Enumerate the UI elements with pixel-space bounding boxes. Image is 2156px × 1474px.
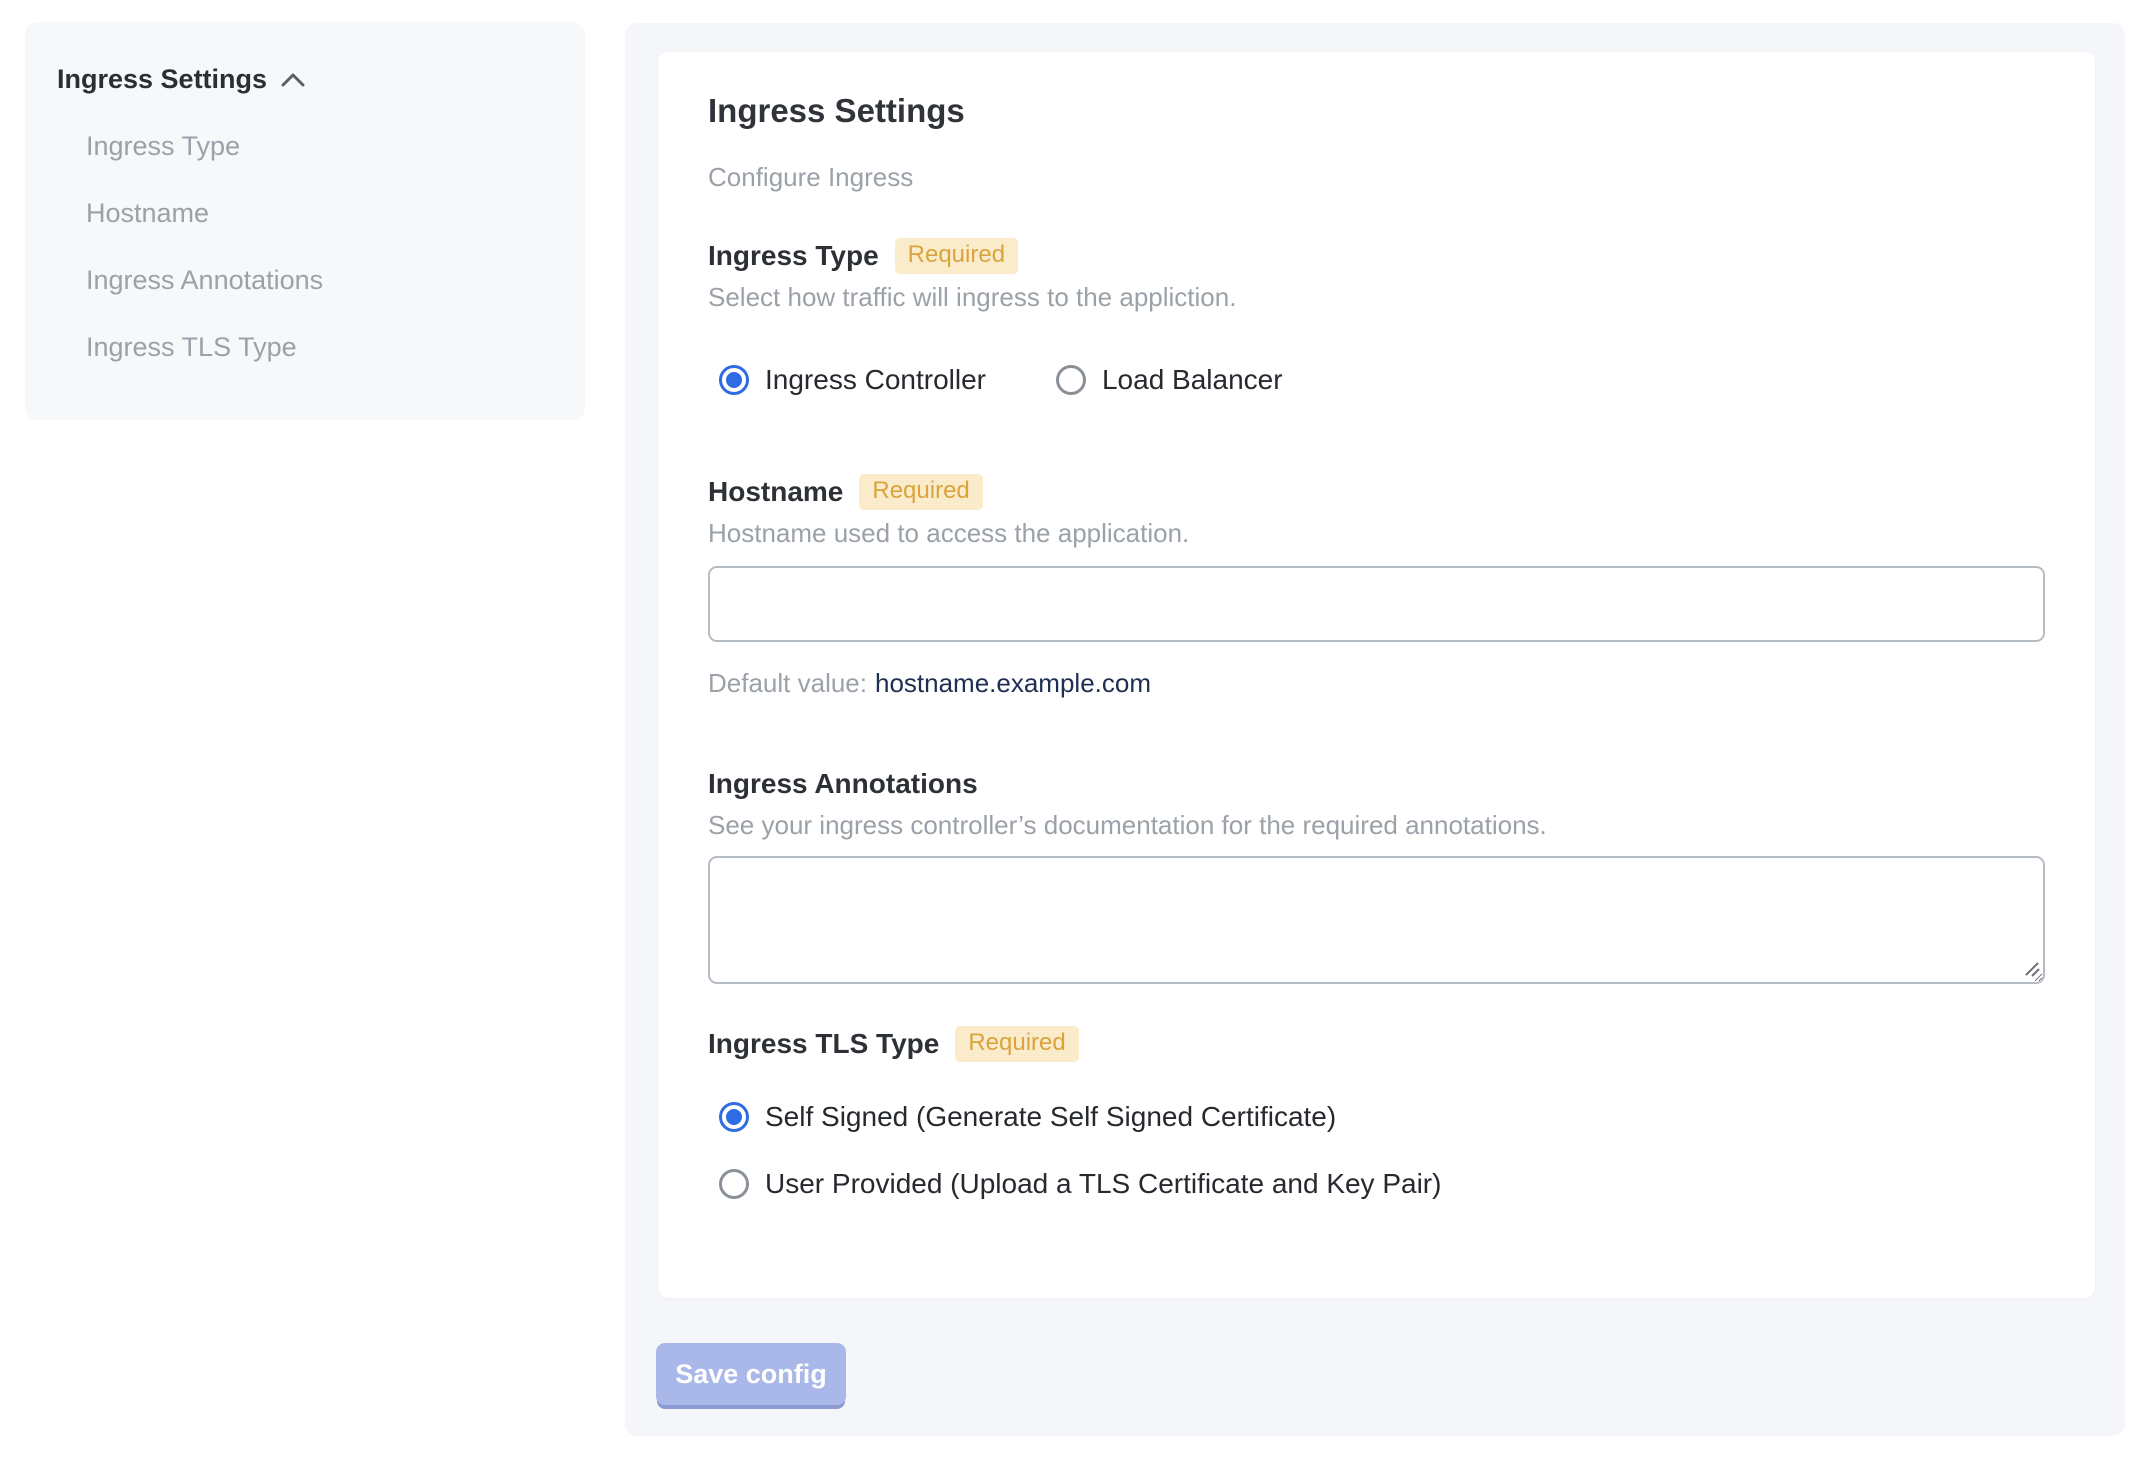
config-groups-sidebar: Ingress Settings Ingress Type Hostname I… [25, 22, 585, 420]
required-badge: Required [894, 238, 1019, 274]
section-ingress-tls-type: Ingress TLS Type Required Self Signed (G… [708, 1026, 2050, 1202]
radio-option-ingress-controller[interactable]: Ingress Controller [719, 362, 986, 398]
required-badge: Required [955, 1026, 1079, 1062]
page-subtitle: Configure Ingress [708, 162, 914, 192]
ingress-type-radio-group: Ingress Controller Load Balancer [708, 362, 2050, 398]
sidebar-item-ingress-tls-type[interactable]: Ingress TLS Type [86, 334, 555, 361]
sidebar-group-toggle[interactable]: Ingress Settings [57, 63, 555, 95]
hostname-default-line: Default value: hostname.example.com [708, 666, 2050, 700]
section-ingress-type: Ingress Type Required Select how traffic… [708, 238, 2050, 398]
radio-label: Load Balancer [1101, 364, 1283, 395]
radio-icon[interactable] [719, 1169, 749, 1199]
section-heading-hostname: Hostname [708, 476, 844, 507]
section-help-ingress-type: Select how traffic will ingress to the a… [708, 282, 1237, 312]
radio-label: User Provided (Upload a TLS Certificate … [765, 1168, 1442, 1199]
section-ingress-annotations: Ingress Annotations See your ingress con… [708, 766, 2050, 984]
default-value-label: Default value: [708, 668, 867, 698]
section-heading-ingress-type: Ingress Type [708, 240, 879, 271]
radio-option-load-balancer[interactable]: Load Balancer [1055, 362, 1283, 398]
sidebar-item-hostname[interactable]: Hostname [86, 200, 555, 227]
radio-option-self-signed[interactable]: Self Signed (Generate Self Signed Certif… [719, 1099, 2050, 1135]
ingress-tls-radio-group: Self Signed (Generate Self Signed Certif… [708, 1099, 2050, 1202]
required-badge: Required [859, 474, 983, 510]
default-value-text: hostname.example.com [874, 668, 1152, 698]
hostname-input[interactable] [708, 566, 2045, 642]
sidebar-group-heading: Ingress Settings [57, 64, 268, 94]
section-hostname: Hostname Required Hostname used to acces… [708, 474, 2050, 700]
sidebar-item-ingress-annotations[interactable]: Ingress Annotations [86, 267, 555, 294]
section-help-ingress-annotations: See your ingress controller’s documentat… [708, 810, 1547, 840]
radio-option-user-provided[interactable]: User Provided (Upload a TLS Certificate … [719, 1166, 2050, 1202]
section-heading-ingress-tls-type: Ingress TLS Type [708, 1028, 940, 1059]
radio-label: Self Signed (Generate Self Signed Certif… [765, 1101, 1337, 1132]
chevron-up-icon [281, 73, 305, 87]
radio-label: Ingress Controller [765, 364, 986, 395]
section-help-hostname: Hostname used to access the application. [708, 518, 1190, 548]
radio-icon[interactable] [719, 1102, 749, 1132]
ingress-annotations-textarea[interactable] [708, 856, 2045, 984]
sidebar-item-list: Ingress Type Hostname Ingress Annotation… [57, 133, 555, 361]
sidebar-item-ingress-type[interactable]: Ingress Type [86, 133, 555, 160]
config-panel: Ingress Settings Configure Ingress Ingre… [625, 23, 2125, 1436]
page-title: Ingress Settings [708, 92, 965, 129]
radio-icon[interactable] [1055, 365, 1086, 395]
radio-icon[interactable] [719, 365, 749, 395]
section-heading-ingress-annotations: Ingress Annotations [708, 768, 978, 799]
config-card: Ingress Settings Configure Ingress Ingre… [658, 52, 2095, 1298]
save-config-button[interactable]: Save config [656, 1343, 846, 1405]
